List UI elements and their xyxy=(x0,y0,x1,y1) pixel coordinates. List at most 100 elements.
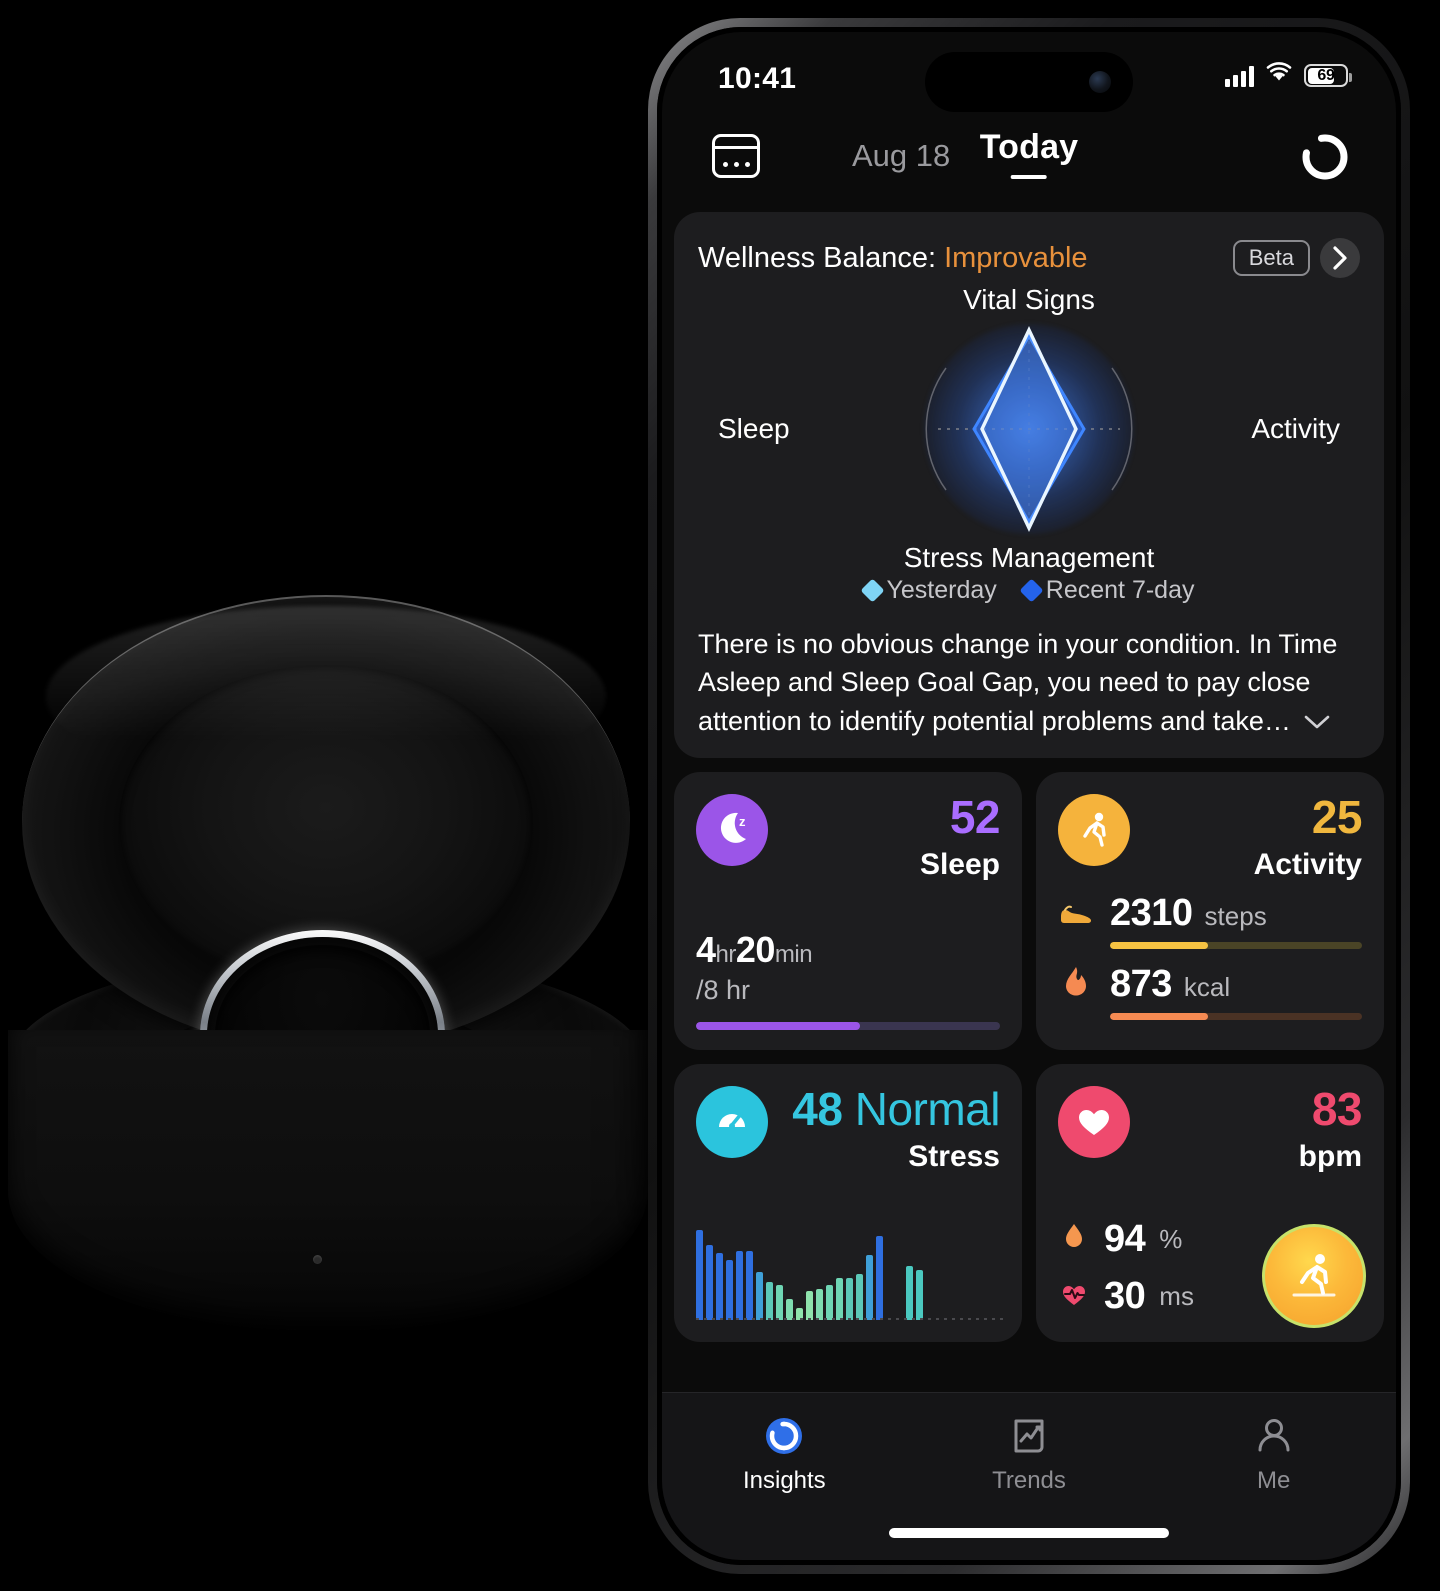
legend-label-yesterday: Yesterday xyxy=(886,576,997,604)
tab-label-me: Me xyxy=(1257,1467,1291,1494)
blood-oxygen-row: 94 % xyxy=(1058,1218,1194,1261)
tab-me[interactable]: Me xyxy=(1151,1415,1396,1495)
stress-bar xyxy=(786,1298,793,1320)
running-person-icon xyxy=(1058,793,1130,866)
stress-bar xyxy=(856,1273,863,1320)
stress-bar xyxy=(746,1250,753,1320)
chevron-right-icon[interactable] xyxy=(1320,238,1360,278)
activity-card[interactable]: 25 Activity 2310 steps 873 kcal xyxy=(1036,771,1384,1050)
metric-card-grid: z 52 Sleep 4hr20min /8 hr 25 Activity 23… xyxy=(674,771,1384,1342)
activity-steps-fill xyxy=(1110,941,1209,949)
insights-ring-icon xyxy=(763,1415,805,1457)
wellness-balance-card[interactable]: Wellness Balance: Improvable Beta Vital … xyxy=(674,212,1384,758)
activity-calories-value: 873 xyxy=(1110,962,1172,1005)
case-lid-gloss xyxy=(46,606,606,788)
radar-legend: Yesterday Recent 7-day xyxy=(698,576,1360,605)
stress-bar xyxy=(776,1285,783,1320)
activity-calories-unit: kcal xyxy=(1183,971,1231,1002)
wellness-card-header: Wellness Balance: Improvable Beta xyxy=(698,238,1360,278)
activity-steps-unit: steps xyxy=(1204,900,1267,931)
stress-bar xyxy=(696,1229,703,1320)
date-today-tab[interactable]: Today xyxy=(980,128,1079,179)
stress-bar xyxy=(816,1289,823,1320)
moon-sleep-icon: z xyxy=(696,793,768,866)
date-previous-tab[interactable]: Aug 18 xyxy=(852,138,950,174)
radar-axis-label-bottom: Stress Management xyxy=(903,542,1155,573)
legend-swatch-yesterday xyxy=(859,578,885,603)
sleep-card[interactable]: z 52 Sleep 4hr20min /8 hr xyxy=(674,771,1022,1050)
stress-bar xyxy=(726,1260,733,1320)
heart-rate-card[interactable]: 83 bpm 94 % 30 ms xyxy=(1036,1063,1384,1342)
activity-calories-bar xyxy=(1110,1012,1362,1020)
tab-trends[interactable]: Trends xyxy=(907,1415,1152,1495)
legend-item-recent7day: Recent 7-day xyxy=(1019,576,1195,605)
sleep-progress-fill xyxy=(696,1021,861,1030)
radar-axis-label-right: Activity xyxy=(1251,413,1340,444)
heart-card-body: 94 % 30 ms xyxy=(1058,1204,1194,1318)
home-indicator xyxy=(889,1528,1169,1538)
running-person-badge-icon[interactable] xyxy=(1262,1223,1366,1328)
calendar-dots xyxy=(715,162,757,167)
wellness-description-text: There is no obvious change in your condi… xyxy=(698,629,1338,736)
app-header: Aug 18 Today xyxy=(662,116,1396,212)
status-clock: 10:41 xyxy=(718,62,797,95)
case-base-shell xyxy=(8,1030,648,1330)
scroll-content[interactable]: Wellness Balance: Improvable Beta Vital … xyxy=(662,212,1396,1392)
tab-insights[interactable]: Insights xyxy=(662,1415,907,1495)
case-indicator-dot xyxy=(313,1255,322,1264)
sleep-duration: 4hr20min xyxy=(696,929,1000,971)
sleep-hours-unit: hr xyxy=(715,940,737,968)
sync-refresh-icon[interactable] xyxy=(1300,132,1350,182)
shoe-icon xyxy=(1058,895,1098,925)
activity-steps-line: 2310 steps xyxy=(1058,892,1362,935)
activity-calories-fill xyxy=(1110,1012,1209,1020)
battery-percent: 69 xyxy=(1317,66,1335,84)
stress-bar xyxy=(916,1270,923,1320)
sleep-hours: 4 xyxy=(696,928,716,970)
calendar-icon[interactable] xyxy=(712,134,760,178)
bottom-tab-bar: Insights Trends Me xyxy=(662,1392,1396,1560)
radar-graphic xyxy=(924,324,1134,534)
sleep-progress-bar xyxy=(696,1021,1000,1030)
stress-label: Stress xyxy=(908,1139,1000,1173)
tab-label-trends: Trends xyxy=(992,1467,1066,1494)
stress-bar xyxy=(846,1277,853,1320)
stress-gauge-icon xyxy=(696,1085,768,1158)
trends-chart-icon xyxy=(1008,1415,1050,1457)
hrv-unit: ms xyxy=(1159,1280,1194,1311)
activity-card-header: 25 Activity xyxy=(1058,790,1363,880)
activity-score: 25 xyxy=(1311,790,1363,843)
wellness-status-value: Improvable xyxy=(944,241,1088,274)
stress-bar xyxy=(766,1281,773,1320)
stress-status: Normal xyxy=(854,1082,1001,1135)
stress-card[interactable]: 48 Normal Stress xyxy=(674,1063,1022,1342)
battery-icon: 69 xyxy=(1304,64,1352,87)
heart-rate-value: 83 xyxy=(1311,1082,1363,1135)
sleep-minutes: 20 xyxy=(735,928,776,970)
wellness-description[interactable]: There is no obvious change in your condi… xyxy=(698,625,1360,740)
sleep-goal: /8 hr xyxy=(696,974,751,1005)
stress-bar xyxy=(756,1271,763,1320)
heart-icon xyxy=(1058,1085,1130,1158)
stress-score-block: 48 Normal Stress xyxy=(792,1086,1000,1172)
heart-value-block: 83 bpm xyxy=(1298,1082,1363,1173)
sleep-label: Sleep xyxy=(919,847,1000,881)
cellular-signal-icon xyxy=(1225,65,1254,87)
heart-card-header: 83 bpm xyxy=(1058,1082,1363,1173)
radar-axis-label-top: Vital Signs xyxy=(963,284,1095,315)
hrv-row: 30 ms xyxy=(1058,1275,1194,1318)
today-label: Today xyxy=(979,128,1079,166)
heart-rate-unit: bpm xyxy=(1298,1139,1362,1173)
stress-bar xyxy=(716,1252,723,1320)
tab-label-insights: Insights xyxy=(742,1467,826,1494)
stress-chart-baseline xyxy=(696,1317,1006,1320)
phone-screen: 10:41 69 Aug 18 Today Wellness Balance: … xyxy=(662,32,1396,1560)
stress-bar xyxy=(736,1250,743,1320)
stress-score: 48 xyxy=(792,1082,843,1135)
activity-steps-row: 2310 steps xyxy=(1058,892,1362,949)
activity-calories-line: 873 kcal xyxy=(1058,963,1362,1006)
chevron-down-icon[interactable] xyxy=(1304,702,1330,740)
profile-person-icon xyxy=(1253,1415,1295,1457)
legend-label-recent7day: Recent 7-day xyxy=(1045,576,1195,604)
stress-bar xyxy=(876,1235,883,1320)
